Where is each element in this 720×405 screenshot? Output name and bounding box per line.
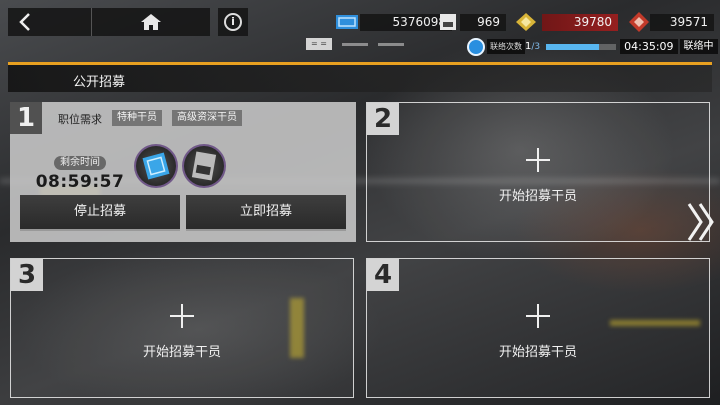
start-recruit-label: 开始招募干员: [498, 345, 577, 360]
tag-specialist: 特种干员: [112, 110, 162, 126]
start-recruit-label: 开始招募干员: [498, 189, 577, 204]
plus-icon: [526, 304, 550, 328]
contact-icon: [467, 37, 485, 56]
slot-number: 1: [10, 102, 42, 134]
slot-number: 4: [367, 259, 399, 291]
originite-counter: 39571: [628, 12, 714, 32]
instant-recruit-button[interactable]: 立即招募: [186, 195, 346, 231]
contact-label: 联络次数: [487, 39, 525, 54]
home-button[interactable]: [92, 8, 210, 36]
double-chevron-right-icon: [687, 203, 714, 241]
contact-progress: [546, 43, 617, 50]
page-indicator: = =: [306, 38, 404, 50]
remaining-time-label: 剩余时间: [54, 156, 106, 170]
originite-prime-icon: [629, 12, 649, 32]
expedited-plan-icon: [142, 152, 170, 180]
recruit-slot-4[interactable]: 4 开始招募干员: [366, 258, 710, 398]
recruit-slot-2[interactable]: 2 开始招募干员: [366, 102, 710, 242]
chevron-left-icon: [19, 13, 30, 31]
recruit-slot-3[interactable]: 3 开始招募干员: [10, 258, 354, 398]
contact-progress-fill: [546, 43, 599, 50]
page-indicator-dot[interactable]: [342, 42, 368, 46]
remaining-time: 08:59:57: [35, 172, 125, 192]
remaining-time-box: 剩余时间 08:59:57: [20, 150, 140, 192]
plus-icon: [170, 304, 194, 328]
page-indicator-active[interactable]: = =: [306, 38, 332, 50]
info-button[interactable]: i: [218, 8, 248, 36]
recruitment-permit-icon: [191, 151, 217, 181]
info-icon: i: [224, 13, 242, 31]
orundum-counter: 39780: [512, 13, 618, 31]
tag-senior-operator: 高级资深干员: [172, 110, 242, 126]
contact-status: 联络中: [679, 39, 718, 54]
page-title: 公开招募: [73, 75, 126, 90]
requirement-label: 职位需求: [58, 113, 102, 126]
recruitment-permit-icon: [440, 14, 456, 30]
orundum-icon: [516, 13, 536, 31]
page-indicator-dot[interactable]: [378, 42, 404, 46]
back-button[interactable]: [8, 8, 92, 36]
contact-status-bar[interactable]: 联络次数 1/3 04:35:09 联络中: [467, 37, 720, 56]
next-page-button[interactable]: [684, 200, 718, 244]
recruitment-permit-token: [182, 144, 226, 188]
page-title-bar: 公开招募: [8, 62, 712, 92]
recruit-slot-1: 1 职位需求 特种干员 高级资深干员 剩余时间 08:59:57 停止招募 立即…: [10, 102, 356, 242]
home-icon: [141, 14, 161, 30]
expedited-plan-token: [134, 144, 178, 188]
slot-number: 2: [367, 103, 399, 135]
slot-number: 3: [11, 259, 43, 291]
start-recruit-label: 开始招募干员: [142, 345, 221, 360]
contact-count: 1/3: [525, 41, 541, 52]
stop-recruit-button[interactable]: 停止招募: [20, 195, 180, 231]
recruit-permit-counter: 969: [438, 13, 506, 31]
contact-timer: 04:35:09: [620, 39, 678, 54]
lmd-icon: [336, 15, 358, 29]
plus-icon: [526, 148, 550, 172]
lmd-counter: 5376098: [334, 13, 452, 31]
